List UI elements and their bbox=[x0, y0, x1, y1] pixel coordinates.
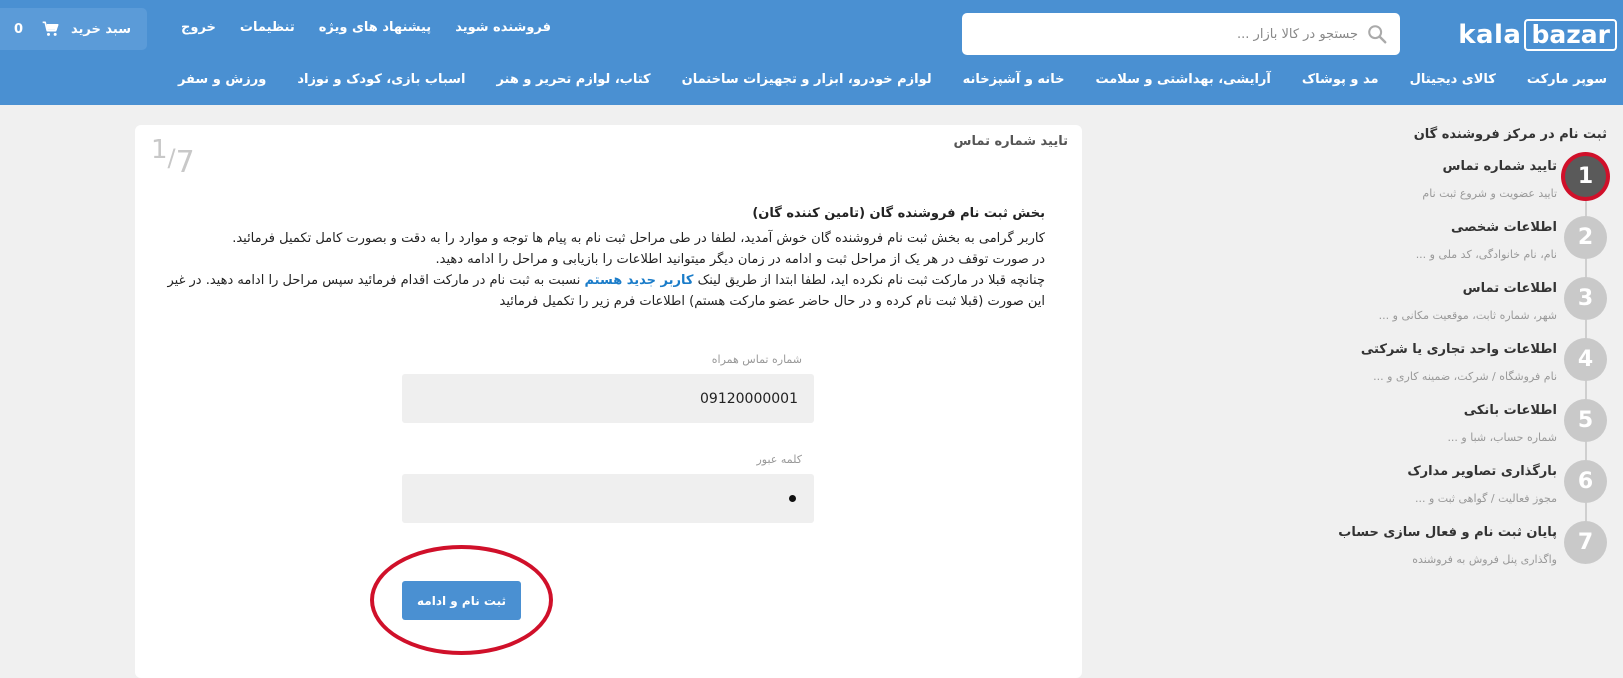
step-number: 2 bbox=[1564, 216, 1607, 259]
step-number: 4 bbox=[1564, 338, 1607, 381]
step-5[interactable]: 5 اطلاعات بانکی شماره حساب، شبا و ... bbox=[1342, 399, 1607, 453]
card-title: تایید شماره تماس bbox=[953, 134, 1068, 149]
password-dot bbox=[789, 495, 796, 502]
site-logo[interactable]: kala bazar bbox=[1458, 18, 1617, 52]
category-sports-travel[interactable]: ورزش و سفر bbox=[178, 72, 266, 94]
step-subtitle: واگذاری پنل فروش به فروشنده bbox=[1412, 553, 1557, 566]
step-subtitle: نام فروشگاه / شرکت، ضمینه کاری و ... bbox=[1373, 370, 1557, 383]
intro-line-3: چنانچه قبلا در مارکت ثبت نام نکرده اید، … bbox=[165, 270, 1046, 312]
intro-line-1: کاربر گرامی به بخش ثبت نام فروشنده گان خ… bbox=[232, 231, 1045, 246]
password-label: کلمه عبور bbox=[756, 453, 802, 466]
step-title: اطلاعات واحد تجاری یا شرکتی bbox=[1360, 342, 1557, 357]
step-subtitle: نام، نام خانوادگی، کد ملی و ... bbox=[1415, 248, 1557, 261]
step-number: 6 bbox=[1564, 460, 1607, 503]
step-4[interactable]: 4 اطلاعات واحد تجاری یا شرکتی نام فروشگا… bbox=[1342, 338, 1607, 392]
link-settings[interactable]: تنظیمات bbox=[240, 20, 295, 40]
cart-icon bbox=[42, 21, 59, 36]
phone-label: شماره تماس همراه bbox=[711, 353, 802, 366]
search-box bbox=[962, 13, 1400, 55]
step-subtitle: مجوز فعالیت / گواهی ثبت و ... bbox=[1415, 492, 1557, 505]
category-beauty-health[interactable]: آرایشی، بهداشتی و سلامت bbox=[1095, 72, 1270, 94]
step-number: 1 bbox=[1565, 156, 1606, 197]
intro-line-2: در صورت توقف در هر یک از مراحل ثبت و ادا… bbox=[435, 252, 1045, 267]
step-3[interactable]: 3 اطلاعات تماس شهر، شماره ثابت، موقعیت م… bbox=[1342, 277, 1607, 331]
category-automotive-tools[interactable]: لوازم خودرو، ابزار و تجهیزات ساختمان bbox=[682, 72, 932, 94]
cart-count: 0 bbox=[14, 21, 24, 37]
step-counter-current: 1 bbox=[151, 135, 168, 165]
step-7[interactable]: 7 پایان ثبت نام و فعال سازی حساب واگذاری… bbox=[1338, 521, 1607, 575]
sidebar-title: ثبت نام در مرکز فروشنده گان bbox=[1413, 127, 1607, 142]
logo-text-kala: kala bbox=[1458, 20, 1522, 50]
link-special-offers[interactable]: پیشنهاد های ویژه bbox=[319, 20, 431, 40]
step-title: پایان ثبت نام و فعال سازی حساب bbox=[1338, 525, 1557, 540]
top-header: kala bazar فروشنده شوید پیشنهاد های ویژه… bbox=[0, 0, 1623, 105]
step-number: 7 bbox=[1564, 521, 1607, 564]
category-supermarket[interactable]: سوپر مارکت bbox=[1527, 72, 1607, 94]
step-title: اطلاعات تماس bbox=[1462, 281, 1557, 296]
step-2[interactable]: 2 اطلاعات شخصی نام، نام خانوادگی، کد ملی… bbox=[1342, 216, 1607, 270]
new-user-link[interactable]: کاربر جدید هستم bbox=[584, 273, 693, 288]
search-input[interactable] bbox=[974, 26, 1358, 42]
link-logout[interactable]: خروج bbox=[181, 20, 216, 40]
step-subtitle: تایید عضویت و شروع ثبت نام bbox=[1422, 187, 1557, 200]
registration-steps-sidebar: ثبت نام در مرکز فروشنده گان 1 تایید شمار… bbox=[1338, 125, 1607, 595]
step-subtitle: شهر، شماره ثابت، موقعیت مکانی و ... bbox=[1378, 309, 1557, 322]
step-counter: 1/7 bbox=[151, 135, 195, 180]
top-links: فروشنده شوید پیشنهاد های ویژه تنظیمات خر… bbox=[157, 20, 551, 40]
step-number: 5 bbox=[1564, 399, 1607, 442]
category-books-art[interactable]: کتاب، لوازم تحریر و هنر bbox=[496, 72, 650, 94]
link-become-seller[interactable]: فروشنده شوید bbox=[455, 20, 551, 40]
step-6[interactable]: 6 بارگذاری تصاویر مدارک مجوز فعالیت / گو… bbox=[1342, 460, 1607, 514]
step-title: تایید شماره تماس bbox=[1442, 159, 1557, 174]
step-title: اطلاعات بانکی bbox=[1463, 403, 1557, 418]
category-nav: سوپر مارکت کالای دیجیتال مد و پوشاک آرای… bbox=[0, 72, 1623, 94]
category-fashion[interactable]: مد و پوشاک bbox=[1302, 72, 1379, 94]
step-title: اطلاعات شخصی bbox=[1450, 220, 1557, 235]
cart-label: سبد خرید bbox=[71, 21, 132, 37]
category-toys-kids[interactable]: اسباب بازی، کودک و نوزاد bbox=[297, 72, 465, 94]
step-subtitle: شماره حساب، شبا و ... bbox=[1447, 431, 1557, 444]
phone-input[interactable] bbox=[402, 374, 814, 423]
step-number: 3 bbox=[1564, 277, 1607, 320]
category-home-kitchen[interactable]: خانه و آشپزخانه bbox=[963, 72, 1065, 94]
search-icon[interactable] bbox=[1366, 23, 1388, 45]
intro-text: بخش ثبت نام فروشنده گان (تامین کننده گان… bbox=[165, 203, 1046, 312]
cart-button[interactable]: 0 سبد خرید bbox=[0, 8, 147, 50]
registration-card: تایید شماره تماس 1/7 بخش ثبت نام فروشنده… bbox=[135, 125, 1082, 678]
logo-text-bazar: bazar bbox=[1524, 19, 1617, 51]
step-1[interactable]: 1 تایید شماره تماس تایید عضویت و شروع ثب… bbox=[1342, 155, 1607, 209]
step-counter-total: 7 bbox=[175, 145, 195, 180]
intro-heading: بخش ثبت نام فروشنده گان (تامین کننده گان… bbox=[752, 206, 1045, 221]
submit-continue-button[interactable]: ثبت نام و ادامه bbox=[402, 581, 521, 620]
category-digital[interactable]: کالای دیجیتال bbox=[1410, 72, 1496, 94]
password-input[interactable] bbox=[402, 474, 814, 523]
step-title: بارگذاری تصاویر مدارک bbox=[1407, 464, 1557, 479]
intro-line-3-before: چنانچه قبلا در مارکت ثبت نام نکرده اید، … bbox=[693, 273, 1045, 288]
